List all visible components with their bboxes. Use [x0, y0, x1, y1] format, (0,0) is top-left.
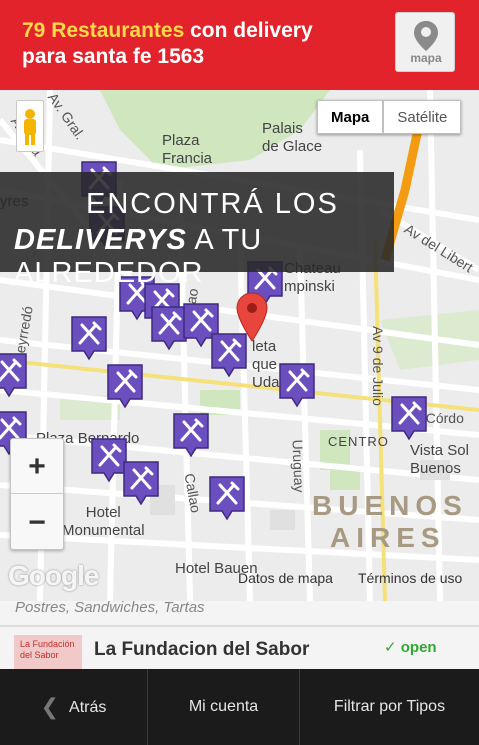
restaurant-pin-icon[interactable]: [172, 412, 210, 458]
map-data-link[interactable]: Datos de mapa: [238, 570, 333, 586]
terms-of-use-link[interactable]: Términos de uso: [358, 570, 462, 586]
zoom-in-button[interactable]: +: [11, 439, 63, 494]
banner-line-2: DELIVERYS A TU ALREDEDOR: [14, 224, 394, 290]
place-label: Palais de Glace: [262, 120, 323, 155]
place-label: Hotel Monumental: [62, 504, 145, 539]
title-suffix: con delivery: [184, 19, 313, 42]
map-view[interactable]: Av. Gral. Austria Pueyrredó Callao Calla…: [0, 90, 479, 601]
restaurant-pin-icon[interactable]: [70, 315, 108, 361]
google-logo: Google: [8, 560, 99, 591]
restaurant-pin-icon[interactable]: [278, 362, 316, 408]
map-type-satellite-button[interactable]: Satélite: [383, 100, 462, 134]
status-badge: ✓ open: [384, 638, 437, 656]
restaurant-logo: La Fundación del Sabor: [14, 635, 82, 669]
restaurant-list[interactable]: Postres, Sandwiches, Tartas La Fundación…: [0, 601, 479, 669]
bottom-navigation: ❮ Atrás Mi cuenta Filtrar por Tipos: [0, 669, 479, 745]
results-title: 79 Restaurantes con delivery para santa …: [22, 18, 313, 70]
map-type-toggle: Mapa Satélite: [317, 100, 462, 134]
restaurant-pin-icon[interactable]: [106, 363, 144, 409]
city-label-buenos: BUENOS: [312, 490, 468, 521]
zoom-out-button[interactable]: −: [11, 495, 63, 550]
check-icon: ✓: [384, 639, 401, 656]
restaurant-pin-icon[interactable]: [0, 352, 28, 398]
list-divider: [0, 625, 479, 627]
current-location-marker-icon: [236, 292, 268, 342]
address-subtitle: para santa fe 1563: [22, 45, 205, 68]
city-label-aires: AIRES: [330, 522, 446, 553]
banner-highlight: DELIVERYS: [14, 224, 187, 256]
zoom-control: + −: [10, 438, 64, 550]
place-label: Plaza Francia: [162, 132, 213, 167]
my-account-button[interactable]: Mi cuenta: [148, 669, 300, 745]
street-label: Uruguay: [289, 439, 308, 493]
restaurant-pin-icon[interactable]: [208, 475, 246, 521]
filter-label: Filtrar por Tipos: [333, 698, 446, 715]
place-label: Vista Sol Buenos: [410, 442, 469, 477]
map-type-map-button[interactable]: Mapa: [317, 100, 384, 134]
status-text: open: [400, 639, 437, 656]
street-view-pegman-icon[interactable]: [16, 100, 44, 152]
restaurant-name[interactable]: La Fundacion del Sabor: [94, 639, 309, 661]
restaurant-count: 79 Restaurantes: [22, 19, 185, 42]
restaurant-pin-icon[interactable]: [390, 395, 428, 441]
promo-banner: ENCONTRÁ LOS DELIVERYS A TU ALREDEDOR: [0, 172, 394, 289]
back-label: Atrás: [69, 699, 107, 716]
street-label: Av 9 de Julio: [369, 326, 386, 406]
map-button-label: mapa: [410, 51, 442, 65]
back-button[interactable]: ❮ Atrás: [0, 669, 148, 745]
filter-by-type-button[interactable]: Filtrar por Tipos: [300, 669, 479, 745]
my-account-label: Mi cuenta: [188, 698, 259, 715]
app-header: 79 Restaurantes con delivery para santa …: [0, 0, 479, 90]
place-label: CENTRO: [328, 434, 389, 449]
previous-item-categories: Postres, Sandwiches, Tartas: [15, 601, 205, 616]
location-pin-icon: [414, 21, 438, 51]
map-button[interactable]: mapa: [395, 12, 455, 72]
restaurant-pin-icon[interactable]: [122, 460, 160, 506]
chevron-left-icon: ❮: [40, 694, 60, 719]
banner-line-1: ENCONTRÁ LOS: [86, 188, 339, 220]
